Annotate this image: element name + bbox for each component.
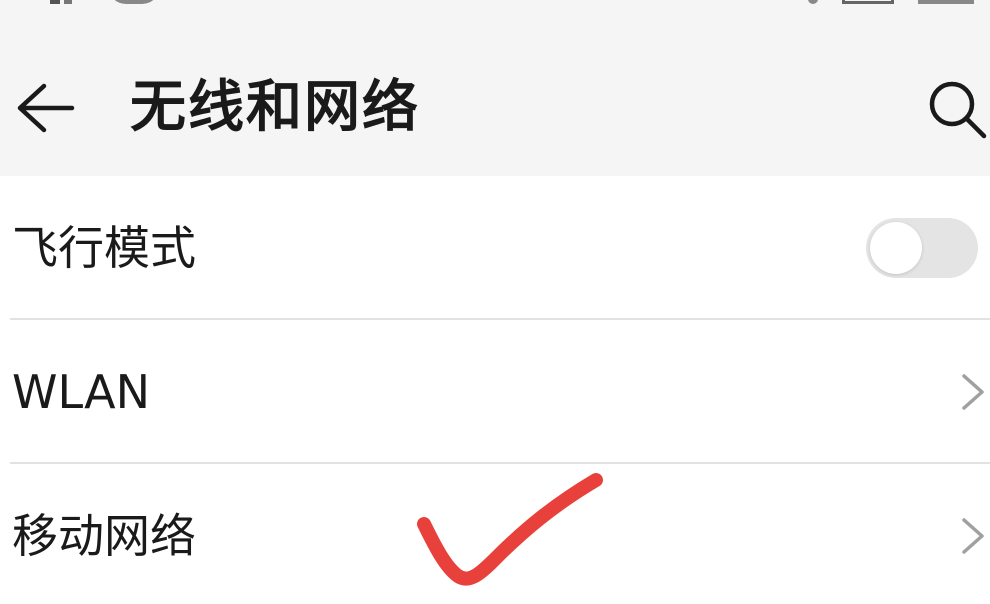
chevron-right-icon [962, 374, 984, 410]
airplane-mode-toggle[interactable] [866, 218, 978, 278]
settings-screen: 无线和网络 飞行模式 WLAN 移动网络 [0, 0, 990, 604]
search-icon[interactable] [926, 78, 988, 140]
clock-icon [918, 0, 974, 4]
settings-item-wlan[interactable]: WLAN [0, 320, 990, 464]
chevron-right-icon [962, 518, 984, 554]
settings-item-label: WLAN [12, 365, 151, 419]
arrow-left-icon[interactable] [14, 80, 76, 136]
settings-item-mobile-network[interactable]: 移动网络 [0, 464, 990, 604]
notification-icon [808, 0, 818, 4]
wifi-icon [108, 0, 160, 4]
status-bar [0, 0, 990, 20]
signal-icon [50, 0, 60, 4]
app-header: 无线和网络 [0, 20, 990, 176]
toggle-knob [870, 222, 922, 274]
settings-item-label: 飞行模式 [12, 221, 196, 275]
signal-bars-icon [64, 0, 72, 4]
settings-list: 飞行模式 WLAN 移动网络 [0, 176, 990, 604]
battery-icon [842, 0, 894, 4]
settings-item-label: 移动网络 [12, 509, 196, 563]
settings-item-airplane-mode[interactable]: 飞行模式 [0, 176, 990, 320]
page-title: 无线和网络 [130, 75, 420, 140]
